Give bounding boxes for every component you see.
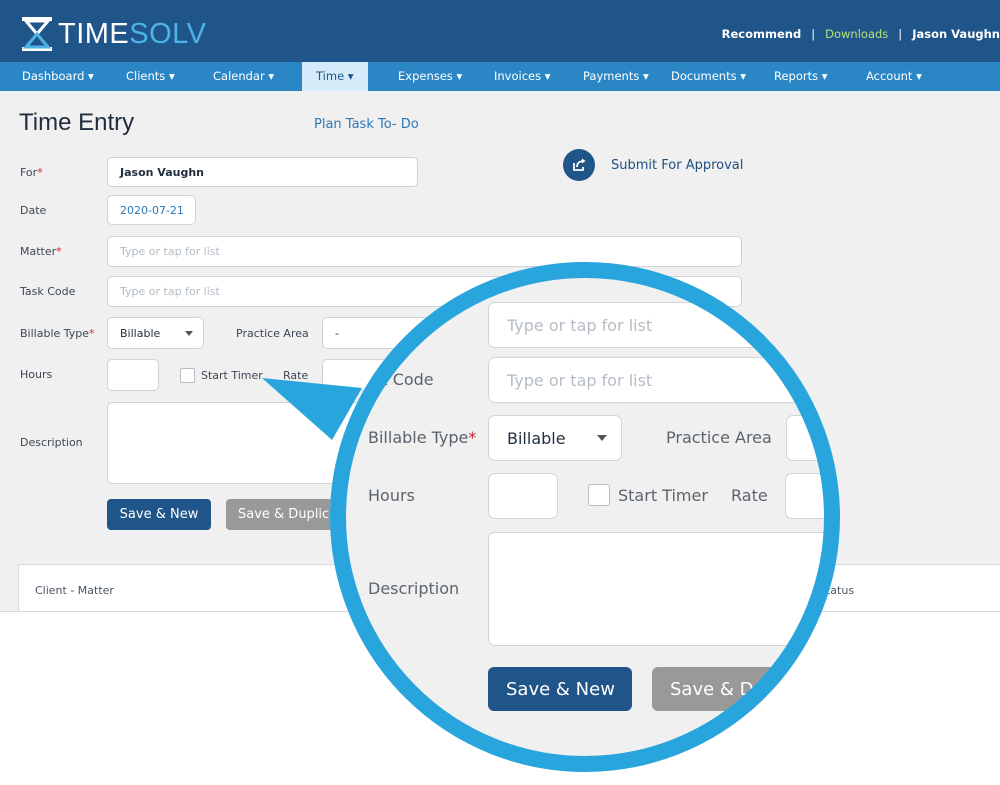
column-client-matter: Client - Matter <box>35 584 114 597</box>
for-field[interactable]: Jason Vaughn <box>107 157 418 187</box>
nav-payments[interactable]: Payments ▾ <box>583 62 649 91</box>
main-nav: Dashboard ▾ Clients ▾ Calendar ▾ Time ▾ … <box>0 62 1000 91</box>
nav-reports[interactable]: Reports ▾ <box>774 62 828 91</box>
save-and-duplicate-button[interactable]: Save & Duplica <box>226 499 338 530</box>
top-header: TIMESOLV Recommend | Downloads | Jason V… <box>0 0 1000 62</box>
nav-account[interactable]: Account ▾ <box>866 62 922 91</box>
for-label: For* <box>20 166 43 179</box>
logo-text-solv: SOLV <box>129 17 207 50</box>
matter-label: Matter* <box>20 245 62 258</box>
date-label: Date <box>20 204 47 217</box>
task-code-label: Task Code <box>20 285 76 298</box>
chevron-down-icon <box>185 331 193 336</box>
submit-for-approval-label: Submit For Approval <box>611 157 744 173</box>
top-links: Recommend | Downloads | Jason Vaughn <box>722 27 1000 41</box>
billable-type-select[interactable]: Billable <box>107 317 204 349</box>
timesolv-logo[interactable]: TIMESOLV <box>20 14 207 54</box>
recommend-link[interactable]: Recommend <box>722 27 802 41</box>
nav-dashboard[interactable]: Dashboard ▾ <box>22 62 94 91</box>
magnifier-ring <box>330 262 840 772</box>
downloads-link[interactable]: Downloads <box>825 27 888 41</box>
nav-time[interactable]: Time ▾ <box>302 62 368 91</box>
billable-type-label: Billable Type* <box>20 327 95 340</box>
description-label: Description <box>20 436 83 449</box>
date-field[interactable]: 2020-07-21 <box>107 195 196 225</box>
start-timer-checkbox[interactable] <box>180 368 195 383</box>
billable-type-value: Billable <box>120 326 161 340</box>
nav-expenses[interactable]: Expenses ▾ <box>398 62 462 91</box>
user-menu-link[interactable]: Jason Vaughn <box>912 27 1000 41</box>
share-icon <box>563 149 595 181</box>
link-separator: | <box>811 27 816 41</box>
hourglass-logo-icon <box>22 17 52 51</box>
nav-documents[interactable]: Documents ▾ <box>671 62 746 91</box>
save-and-new-button[interactable]: Save & New <box>107 499 211 530</box>
hours-label: Hours <box>20 368 53 381</box>
practice-area-label: Practice Area <box>236 327 309 340</box>
nav-clients[interactable]: Clients ▾ <box>126 62 175 91</box>
link-separator: | <box>898 27 903 41</box>
nav-invoices[interactable]: Invoices ▾ <box>494 62 551 91</box>
logo-text-time: TIME <box>58 17 130 50</box>
plan-task-link[interactable]: Plan Task To- Do <box>314 117 419 132</box>
nav-calendar[interactable]: Calendar ▾ <box>213 62 274 91</box>
page-title: Time Entry <box>19 109 135 136</box>
hours-input[interactable] <box>107 359 159 391</box>
submit-for-approval-button[interactable]: Submit For Approval <box>563 149 743 181</box>
start-timer-label: Start Timer <box>201 369 263 382</box>
